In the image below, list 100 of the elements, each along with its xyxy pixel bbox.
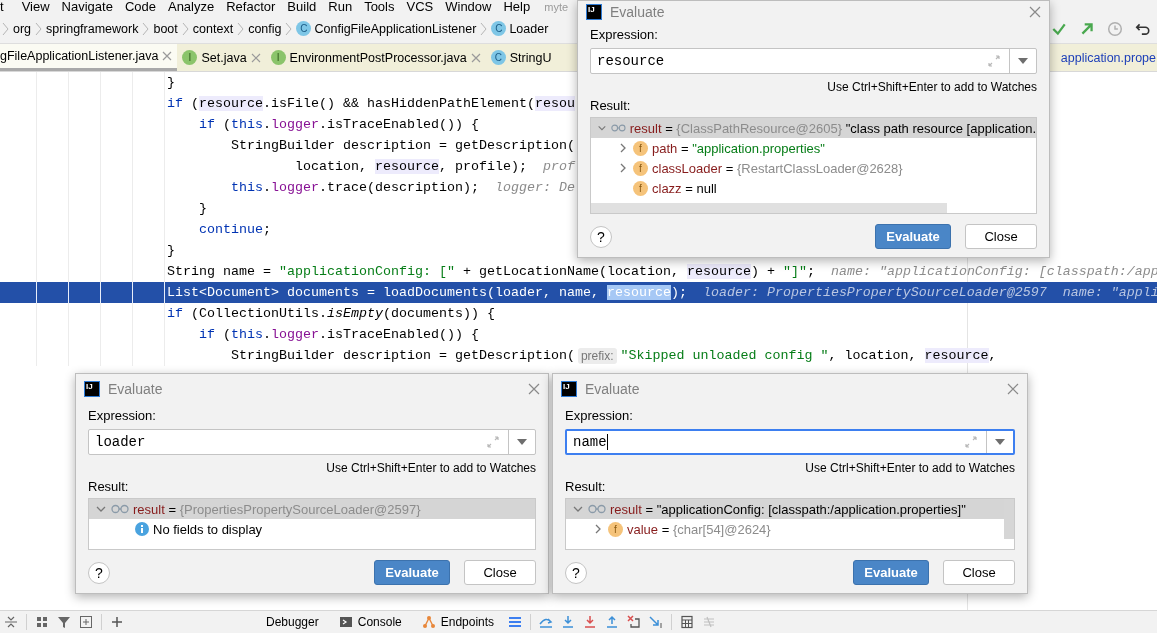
menu-item[interactable]: Refactor bbox=[220, 0, 282, 14]
help-button[interactable]: ? bbox=[590, 225, 612, 248]
menu-item[interactable]: Run bbox=[322, 0, 359, 14]
arrow-icon[interactable] bbox=[1079, 20, 1095, 37]
help-button[interactable]: ? bbox=[565, 561, 587, 584]
breadcrumb-item[interactable]: config bbox=[244, 21, 286, 36]
close-button[interactable]: Close bbox=[464, 560, 536, 585]
dialog-title: Evaluate bbox=[108, 381, 163, 397]
tool-tab[interactable]: Console bbox=[332, 611, 408, 633]
hint-text: Use Ctrl+Shift+Enter to add to Watches bbox=[827, 80, 1037, 94]
field-icon: f bbox=[633, 160, 648, 176]
step-into-icon[interactable] bbox=[561, 615, 576, 629]
field-label: Result: bbox=[565, 479, 607, 494]
editor-tab[interactable]: application.prope bbox=[1060, 44, 1157, 71]
field-label: Expression: bbox=[88, 408, 157, 423]
add-tab-icon[interactable] bbox=[79, 615, 93, 629]
chevron-icon bbox=[2, 21, 9, 36]
code-text: this.logger.trace(description); bbox=[230, 180, 479, 195]
dialog-title: Evaluate bbox=[610, 4, 665, 20]
breadcrumb-item[interactable]: C ConfigFileApplicationListener bbox=[292, 21, 481, 36]
expression-field[interactable]: loader bbox=[88, 429, 536, 455]
evaluate-button[interactable]: Evaluate bbox=[875, 224, 951, 249]
chevron-icon bbox=[35, 21, 43, 36]
editor-tab[interactable]: C StringU bbox=[485, 44, 557, 71]
evaluate-button[interactable]: Evaluate bbox=[374, 560, 450, 585]
breadcrumb-item[interactable]: springframework bbox=[42, 21, 143, 36]
drop-frame-icon[interactable] bbox=[627, 615, 642, 629]
expand-icon[interactable] bbox=[964, 435, 978, 449]
step-over-icon[interactable] bbox=[539, 615, 554, 629]
expression-field[interactable]: name bbox=[565, 429, 1015, 455]
close-icon[interactable] bbox=[1007, 383, 1019, 395]
calculator-icon[interactable] bbox=[680, 615, 695, 629]
breadcrumb-item[interactable]: context bbox=[188, 21, 238, 36]
chevron-icon bbox=[480, 21, 488, 36]
help-button[interactable]: ? bbox=[88, 561, 110, 584]
menu-item[interactable]: Navigate bbox=[55, 0, 119, 14]
field-label: Expression: bbox=[590, 27, 659, 42]
menu-item[interactable]: Build bbox=[281, 0, 323, 14]
code-text: List<Document> documents = loadDocuments(loader, name, resource); bbox=[167, 285, 687, 300]
menu-item[interactable]: Analyze bbox=[161, 0, 221, 14]
tree-message: No fields to display bbox=[153, 521, 263, 537]
tool-tab[interactable]: Debugger bbox=[260, 611, 325, 633]
menu-item[interactable]: Window bbox=[439, 0, 498, 14]
menu-item[interactable]: View bbox=[15, 0, 56, 14]
tree-node-label: classLoader = {RestartClassLoader@2628} bbox=[652, 160, 903, 176]
step-out-icon[interactable] bbox=[605, 615, 620, 629]
run-to-cursor-icon[interactable] bbox=[649, 615, 664, 629]
expand-icon[interactable] bbox=[486, 435, 500, 449]
add-icon[interactable] bbox=[110, 615, 124, 629]
close-icon[interactable] bbox=[1029, 6, 1041, 18]
close-icon[interactable] bbox=[528, 383, 540, 395]
tool-tab[interactable]: Endpoints bbox=[415, 611, 501, 633]
class-icon: C bbox=[296, 21, 312, 36]
close-icon[interactable] bbox=[162, 51, 173, 61]
evaluate-button[interactable]: Evaluate bbox=[853, 560, 929, 585]
chevron-icon bbox=[285, 21, 293, 36]
close-icon[interactable] bbox=[250, 52, 261, 63]
expand-icon[interactable] bbox=[987, 54, 1001, 68]
streams-icon[interactable] bbox=[702, 615, 717, 629]
menu-item[interactable]: t bbox=[0, 0, 10, 14]
inline-hint: prof bbox=[542, 159, 575, 174]
menu-item[interactable]: Code bbox=[118, 0, 162, 14]
code-text: "Skipped unloaded config ", location, resource, bbox=[620, 348, 997, 363]
menu-item[interactable]: Tools bbox=[358, 0, 401, 14]
close-button[interactable]: Close bbox=[943, 560, 1015, 585]
inline-hint: loader: PropertiesPropertySourceLoader@2597 bbox=[702, 285, 1047, 300]
code-text: } bbox=[167, 243, 175, 258]
console-icon bbox=[338, 615, 353, 629]
tree-node-label: result = {PropertiesPropertySourceLoader@2597} bbox=[133, 501, 421, 517]
scrollbar[interactable] bbox=[591, 203, 947, 213]
menu-item[interactable]: VCS bbox=[400, 0, 440, 14]
close-button[interactable]: Close bbox=[965, 224, 1037, 249]
field-label: Expression: bbox=[565, 408, 634, 423]
tree-row[interactable]: f path = "application.properties" bbox=[591, 138, 1036, 158]
tree-row[interactable]: f clazz = null bbox=[591, 178, 1036, 198]
inline-hint: logger: De bbox=[494, 180, 575, 195]
code-text: } bbox=[167, 75, 175, 90]
field-icon: f bbox=[633, 180, 648, 196]
tree-row[interactable]: result = {ClassPathResource@2605} "class path resource [application. bbox=[591, 118, 1036, 138]
hint-text: Use Ctrl+Shift+Enter to add to Watches bbox=[326, 461, 536, 475]
grid-icon[interactable] bbox=[35, 615, 49, 629]
breadcrumb-item[interactable]: boot bbox=[149, 21, 182, 36]
editor-tab[interactable]: I EnvironmentPostProcessor.java bbox=[265, 44, 486, 71]
tree-row[interactable]: result = {PropertiesPropertySourceLoader@2597} bbox=[89, 499, 535, 519]
glasses-icon bbox=[588, 504, 606, 514]
editor-tab[interactable]: I Set.java bbox=[177, 44, 266, 71]
history-icon[interactable] bbox=[1107, 20, 1123, 37]
window-title: myte bbox=[544, 0, 569, 14]
menu-icon[interactable] bbox=[508, 615, 523, 629]
expression-field[interactable]: resource bbox=[590, 48, 1037, 74]
filter-icon[interactable] bbox=[57, 615, 71, 629]
menu-item[interactable]: Help bbox=[497, 0, 537, 14]
editor-tab[interactable]: gFileApplicationListener.java bbox=[0, 44, 178, 71]
collapse-icon[interactable] bbox=[4, 615, 18, 629]
tree-row[interactable]: f classLoader = {RestartClassLoader@2628} bbox=[591, 158, 1036, 178]
force-step-into-icon[interactable] bbox=[583, 615, 598, 629]
tree-row[interactable]: f value = {char[54]@2624} bbox=[566, 519, 1014, 539]
close-icon[interactable] bbox=[470, 52, 481, 63]
breadcrumb-item[interactable]: org bbox=[9, 21, 36, 36]
breadcrumb-item[interactable]: C Loader bbox=[487, 21, 553, 36]
